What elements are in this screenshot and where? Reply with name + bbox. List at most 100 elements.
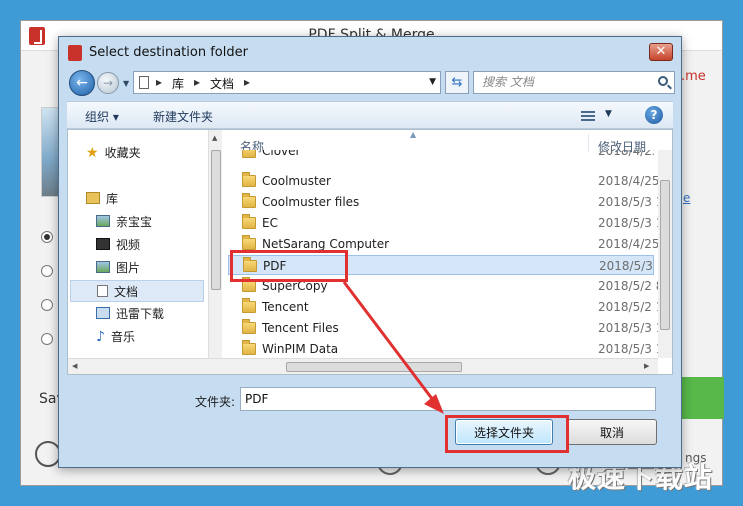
nav-item-pictures[interactable]: 图片 <box>96 259 140 276</box>
folder-icon <box>96 215 110 227</box>
sort-ascending-icon: ▲ <box>410 130 417 139</box>
browser-panel: ★ 收藏夹 库 亲宝宝 视频 图片 文档 迅雷下载 ♪ 音乐 ▲ ▲ 名称 修改… <box>67 129 673 375</box>
folder-icon <box>242 319 256 334</box>
music-icon: ♪ <box>96 329 105 345</box>
file-name: NetSarang Computer <box>262 237 390 251</box>
library-icon <box>86 192 100 204</box>
picture-icon <box>96 261 110 273</box>
nav-item-label: 文档 <box>114 285 139 299</box>
breadcrumb-separator-icon[interactable]: ▸ <box>244 75 250 89</box>
navigation-pane: ★ 收藏夹 库 亲宝宝 视频 图片 文档 迅雷下载 ♪ 音乐 <box>68 130 208 374</box>
app-green-button[interactable] <box>676 377 724 419</box>
file-row[interactable]: EC 2018/5/3 1 <box>228 213 658 233</box>
nav-scrollbar-thumb[interactable] <box>211 150 221 290</box>
nav-item-qinbaobao[interactable]: 亲宝宝 <box>96 213 152 230</box>
file-row[interactable]: Clover 2018/4/25 <box>228 150 654 160</box>
folder-icon <box>242 193 256 208</box>
scroll-right-icon[interactable]: ▶ <box>644 362 649 370</box>
folder-icon <box>242 172 256 187</box>
nav-item-label: 视频 <box>116 238 141 252</box>
file-date: 2018/5/3 1 <box>598 195 658 209</box>
annotation-highlight-select-button <box>445 415 569 453</box>
file-row[interactable]: Tencent Files 2018/5/3 1 <box>228 318 658 338</box>
file-date: 2018/5/3 1 <box>598 342 658 356</box>
app-radio-2[interactable] <box>41 265 53 277</box>
app-radio-4[interactable] <box>41 333 53 345</box>
file-list-scrollbar-thumb[interactable] <box>660 180 670 330</box>
nav-item-label: 亲宝宝 <box>116 215 153 229</box>
dialog-titlebar: Select destination folder ✕ <box>59 37 681 67</box>
select-folder-dialog: Select destination folder ✕ ← → ▼ ▸ 库 ▸ … <box>58 36 682 468</box>
forward-button[interactable]: → <box>97 72 119 94</box>
file-date: 2018/4/25 <box>598 174 658 188</box>
breadcrumb-documents[interactable]: 文档 <box>210 75 234 92</box>
nav-item-label: 音乐 <box>110 330 135 344</box>
app-radio-3[interactable] <box>41 299 53 311</box>
scroll-up-icon[interactable]: ▲ <box>212 134 217 142</box>
view-options-icon[interactable] <box>581 111 595 121</box>
nav-libraries[interactable]: 库 <box>86 190 118 207</box>
file-name: Tencent <box>262 300 309 314</box>
folder-icon <box>242 298 256 313</box>
folder-icon <box>242 214 256 229</box>
nav-item-xunlei-downloads[interactable]: 迅雷下载 <box>96 305 164 322</box>
nav-scrollbar[interactable]: ▲ ▼ <box>208 130 222 374</box>
file-list: ▲ 名称 修改日期 Clover 2018/4/25 Coolmuster 20… <box>224 130 658 358</box>
new-folder-button[interactable]: 新建文件夹 <box>153 108 213 125</box>
file-date: 2018/5/3 1 <box>598 321 658 335</box>
search-box[interactable] <box>473 71 675 94</box>
file-row[interactable]: Coolmuster 2018/4/25 <box>228 171 658 191</box>
dialog-app-icon <box>68 45 82 61</box>
folder-name-input[interactable] <box>240 387 656 411</box>
file-date: 2018/5/3 1 <box>599 259 658 273</box>
close-button[interactable]: ✕ <box>649 43 673 61</box>
horizontal-scrollbar[interactable]: ◀ ▶ <box>68 358 658 374</box>
page-icon <box>139 76 149 89</box>
file-row[interactable]: WinPIM Data 2018/5/3 1 <box>228 339 658 358</box>
address-bar[interactable]: ▸ 库 ▸ 文档 ▸ ▼ <box>133 71 441 94</box>
help-icon[interactable]: ? <box>645 106 663 124</box>
folder-icon <box>242 150 256 158</box>
file-name: Coolmuster <box>262 174 331 188</box>
nav-item-videos[interactable]: 视频 <box>96 236 140 253</box>
refresh-button[interactable]: ⇆ <box>445 71 469 94</box>
search-icon[interactable] <box>658 76 668 86</box>
breadcrumb-library[interactable]: 库 <box>172 75 184 92</box>
file-name: Coolmuster files <box>262 195 360 209</box>
file-row[interactable]: Coolmuster files 2018/5/3 1 <box>228 192 658 212</box>
file-name: Tencent Files <box>262 321 339 335</box>
annotation-highlight-pdf-row <box>230 250 348 282</box>
folder-icon <box>242 235 256 250</box>
file-name: EC <box>262 216 278 230</box>
dialog-title: Select destination folder <box>89 45 248 60</box>
file-date: 2018/5/2 1 <box>598 300 658 314</box>
file-date: 2018/4/25 <box>598 150 654 158</box>
search-input[interactable] <box>482 75 642 89</box>
view-dropdown-icon[interactable]: ▼ <box>605 109 612 119</box>
file-name: WinPIM Data <box>262 342 339 356</box>
address-dropdown-icon[interactable]: ▼ <box>429 77 436 87</box>
cancel-button[interactable]: 取消 <box>567 419 657 445</box>
history-dropdown-icon[interactable]: ▼ <box>123 79 129 88</box>
download-icon <box>96 307 110 319</box>
organize-button[interactable]: 组织 ▾ <box>85 108 119 125</box>
video-icon <box>96 238 110 250</box>
app-partial-link-2[interactable]: e <box>683 191 690 205</box>
dialog-toolbar: 组织 ▾ 新建文件夹 ▼ ? <box>67 101 673 129</box>
file-list-scrollbar[interactable] <box>658 150 672 358</box>
nav-item-music[interactable]: ♪ 音乐 <box>96 328 135 345</box>
horizontal-scrollbar-thumb[interactable] <box>286 362 462 372</box>
app-radio-1[interactable] <box>41 231 53 243</box>
breadcrumb-separator-icon[interactable]: ▸ <box>156 75 162 89</box>
nav-item-label: 图片 <box>116 261 141 275</box>
document-icon <box>97 285 108 297</box>
back-button[interactable]: ← <box>69 70 95 96</box>
scroll-left-icon[interactable]: ◀ <box>72 362 77 370</box>
nav-item-documents[interactable]: 文档 <box>70 280 204 302</box>
file-row[interactable]: Tencent 2018/5/2 1 <box>228 297 658 317</box>
breadcrumb-separator-icon[interactable]: ▸ <box>194 75 200 89</box>
app-partial-link[interactable]: .me <box>681 69 706 84</box>
file-name: Clover <box>262 150 301 158</box>
file-date: 2018/5/2 8 <box>598 279 658 293</box>
nav-favorites[interactable]: ★ 收藏夹 <box>86 144 141 161</box>
